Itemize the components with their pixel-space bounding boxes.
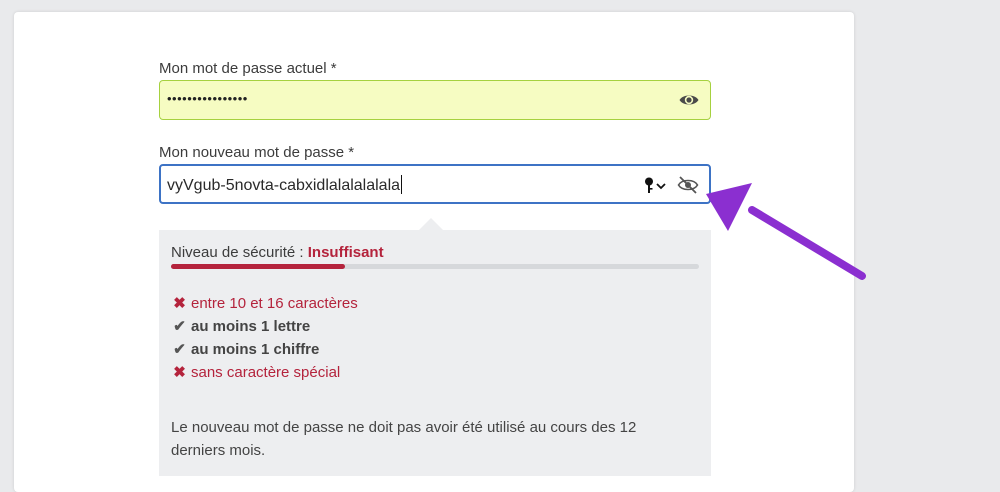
annotation-arrow [706, 183, 866, 280]
